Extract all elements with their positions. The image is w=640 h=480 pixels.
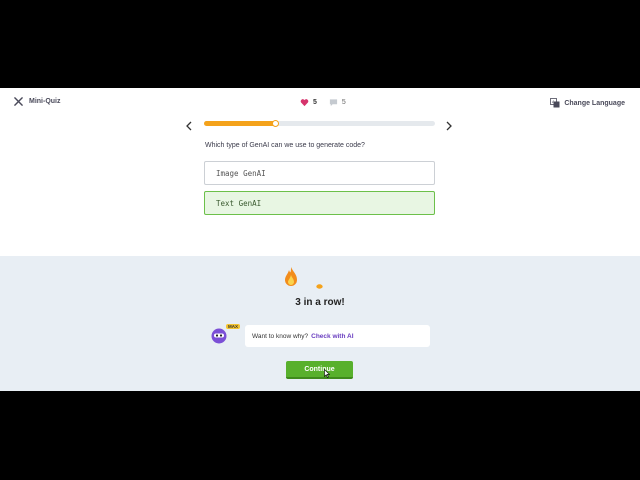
change-language-label: Change Language [564,99,625,107]
letterbox-bottom [0,391,640,480]
heart-icon [300,99,309,107]
chevron-right-icon [446,121,452,131]
question-text: Which type of GenAI can we use to genera… [205,142,365,149]
mouse-cursor-icon [324,369,330,378]
answer-option-image-genai[interactable]: Image GenAI [204,161,435,185]
progress-bar [204,120,435,127]
chevron-left-icon [186,121,192,131]
ai-hint-box: Want to know why? Check with AI [245,325,430,347]
hearts-counter[interactable]: 5 [300,98,317,107]
quiz-app: Mini-Quiz 5 5 A Change Language Which ty… [0,88,640,391]
close-icon [14,97,23,106]
translate-icon: A [550,98,560,108]
answer-option-label: Text GenAI [216,198,262,208]
close-quiz-button[interactable]: Mini-Quiz [14,97,61,106]
flame-icon [285,267,297,286]
quiz-header: Mini-Quiz 5 5 A Change Language [0,88,640,118]
check-with-ai-link[interactable]: Check with AI [311,333,353,340]
letterbox-top [0,0,640,88]
streak-message: 3 in a row! [295,297,345,308]
answer-option-text-genai[interactable]: Text GenAI [204,191,435,215]
avatar-badge: MAX [226,324,240,329]
feedback-panel: 3 in a row! MAX Want to know why? Check … [0,256,640,391]
answer-option-label: Image GenAI [216,168,266,178]
quiz-title: Mini-Quiz [29,98,61,105]
comments-count: 5 [341,99,346,106]
progress-knob [271,120,279,127]
quiz-stats: 5 5 [300,98,346,107]
change-language-button[interactable]: A Change Language [550,98,625,108]
svg-text:A: A [552,99,555,104]
continue-button[interactable]: Continue [286,361,353,379]
ember-icon [316,284,323,289]
next-question-button[interactable] [445,118,455,131]
hint-text: Want to know why? [252,332,309,340]
progress-fill [204,121,276,126]
max-avatar-icon [211,328,227,344]
comment-icon [329,99,338,107]
hearts-count: 5 [313,99,317,106]
previous-question-button[interactable] [185,118,195,131]
comments-counter[interactable]: 5 [329,98,346,107]
